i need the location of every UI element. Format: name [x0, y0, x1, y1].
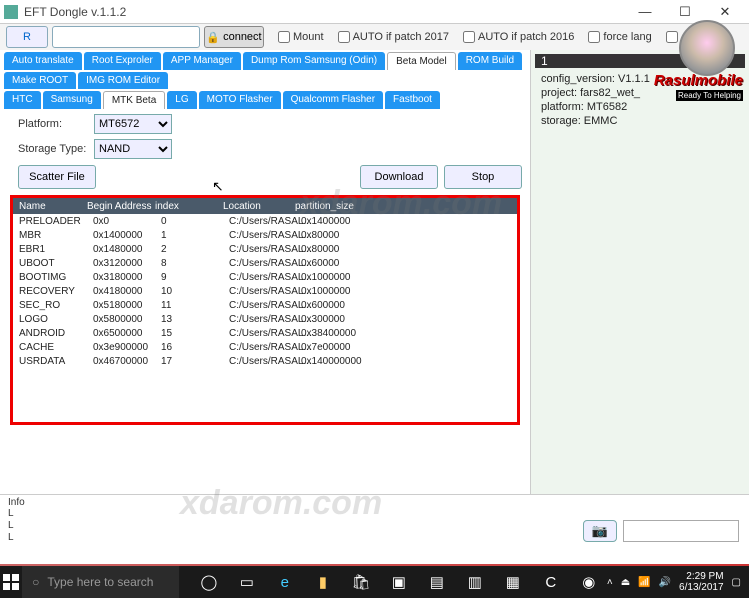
stop-button[interactable]: Stop [444, 165, 522, 189]
notification-icon[interactable]: ▢ [732, 577, 741, 588]
app-icon-5[interactable]: C [533, 566, 569, 598]
tab-dump-rom-samsung-odin-[interactable]: Dump Rom Samsung (Odin) [243, 52, 385, 70]
avatar [679, 20, 735, 76]
tab-root-exproler[interactable]: Root Exproler [84, 52, 161, 70]
tray-wifi-icon[interactable]: 📶 [638, 577, 650, 588]
app-icon-1[interactable]: ▣ [381, 566, 417, 598]
chk-auto-2017[interactable]: AUTO if patch 2017 [338, 31, 449, 43]
search-icon: ○ [32, 575, 39, 589]
config-line: storage: EMMC [541, 114, 739, 128]
config-line: platform: MT6582 [541, 100, 739, 114]
chk-auto-2016[interactable]: AUTO if patch 2016 [463, 31, 574, 43]
tray-usb-icon[interactable]: ⏏ [621, 577, 630, 588]
table-row[interactable]: USRDATA0x4670000017C:/Users/RASAL...0x14… [13, 354, 517, 368]
maximize-button[interactable]: ☐ [665, 1, 705, 23]
download-button[interactable]: Download [360, 165, 438, 189]
app-icon-6[interactable]: ◉ [571, 566, 607, 598]
tab-htc[interactable]: HTC [4, 91, 41, 109]
toolbar: R 🔒 connect Mount AUTO if patch 2017 AUT… [0, 24, 749, 50]
app-icon-4[interactable]: ▦ [495, 566, 531, 598]
tray-up-icon[interactable]: ˄ [607, 577, 613, 588]
tab-auto-translate[interactable]: Auto translate [4, 52, 82, 70]
store-icon[interactable]: 🛍 [343, 566, 379, 598]
storage-select[interactable]: NAND [94, 139, 172, 159]
tab-samsung[interactable]: Samsung [43, 91, 101, 109]
platform-label: Platform: [18, 118, 94, 130]
connect-button[interactable]: 🔒 connect [204, 26, 264, 48]
tab-lg[interactable]: LG [167, 91, 196, 109]
table-row[interactable]: LOGO0x580000013C:/Users/RASAL...0x300000 [13, 312, 517, 326]
info-title: Info [8, 497, 741, 508]
tab-rom-build[interactable]: ROM Build [458, 52, 522, 70]
tab-moto-flasher[interactable]: MOTO Flasher [199, 91, 281, 109]
table-row[interactable]: MBR0x14000001C:/Users/RASAL...0x80000 [13, 228, 517, 242]
edge-icon[interactable]: e [267, 566, 303, 598]
titlebar: EFT Dongle v.1.1.2 — ☐ ✕ [0, 0, 749, 24]
window-title: EFT Dongle v.1.1.2 [24, 5, 625, 19]
tab-app-manager[interactable]: APP Manager [163, 52, 241, 70]
start-button[interactable] [0, 566, 22, 598]
table-row[interactable]: UBOOT0x31200008C:/Users/RASAL...0x60000 [13, 256, 517, 270]
taskbar-search-placeholder: Type here to search [47, 575, 153, 589]
left-pane: Auto translateRoot ExprolerAPP ManagerDu… [0, 50, 530, 494]
partition-table: Name Begin Address index Location partit… [10, 195, 520, 425]
explorer-icon[interactable]: ▮ [305, 566, 341, 598]
right-pane: 1 config_version: V1.1.1project: fars82_… [530, 50, 749, 494]
device-combo[interactable] [52, 26, 200, 48]
minimize-button[interactable]: — [625, 1, 665, 23]
taskbar-search[interactable]: ○ Type here to search [22, 566, 179, 598]
app-icon-3[interactable]: ▥ [457, 566, 493, 598]
cortana-icon[interactable]: ◯ [191, 566, 227, 598]
taskbar: ○ Type here to search ◯ ▭ e ▮ 🛍 ▣ ▤ ▥ ▦ … [0, 566, 749, 598]
platform-select[interactable]: MT6572 [94, 114, 172, 134]
connect-label: connect [223, 31, 262, 43]
app-icon [4, 5, 18, 19]
clock[interactable]: 2:29 PM 6/13/2017 [679, 571, 724, 593]
table-row[interactable]: BOOTIMG0x31800009C:/Users/RASAL...0x1000… [13, 270, 517, 284]
camera-button[interactable]: 📷 [583, 520, 617, 542]
close-button[interactable]: ✕ [705, 1, 745, 23]
table-row[interactable]: RECOVERY0x418000010C:/Users/RASAL...0x10… [13, 284, 517, 298]
tray-volume-icon[interactable]: 🔊 [659, 577, 671, 588]
scatter-file-button[interactable]: Scatter File [18, 165, 96, 189]
storage-label: Storage Type: [18, 143, 94, 155]
tab-qualcomm-flasher[interactable]: Qualcomm Flasher [283, 91, 383, 109]
chk-force-lang[interactable]: force lang [588, 31, 651, 43]
table-row[interactable]: PRELOADER0x00C:/Users/RASAL...0x1400000 [13, 214, 517, 228]
chk-mount[interactable]: Mount [278, 31, 324, 43]
tab-fastboot[interactable]: Fastboot [385, 91, 440, 109]
brand-slogan: Ready To Helping [676, 90, 743, 101]
refresh-button[interactable]: R [6, 26, 48, 48]
tab-mtk-beta[interactable]: MTK Beta [103, 91, 165, 109]
table-row[interactable]: SEC_RO0x518000011C:/Users/RASAL...0x6000… [13, 298, 517, 312]
bottom-search-input[interactable] [623, 520, 739, 542]
tab-make-root[interactable]: Make ROOT [4, 72, 76, 89]
taskview-icon[interactable]: ▭ [229, 566, 265, 598]
tabs-row-1: Auto translateRoot ExprolerAPP ManagerDu… [4, 52, 526, 89]
tab-beta-model[interactable]: Beta Model [387, 52, 456, 70]
tab-img-rom-editor[interactable]: IMG ROM Editor [78, 72, 168, 89]
app-icon-2[interactable]: ▤ [419, 566, 455, 598]
table-row[interactable]: ANDROID0x650000015C:/Users/RASAL...0x384… [13, 326, 517, 340]
tabs-row-2: HTCSamsungMTK BetaLGMOTO FlasherQualcomm… [4, 91, 526, 109]
table-row[interactable]: CACHE0x3e90000016C:/Users/RASAL...0x7e00… [13, 340, 517, 354]
table-header: Name Begin Address index Location partit… [13, 198, 517, 214]
table-row[interactable]: EBR10x14800002C:/Users/RASAL...0x80000 [13, 242, 517, 256]
